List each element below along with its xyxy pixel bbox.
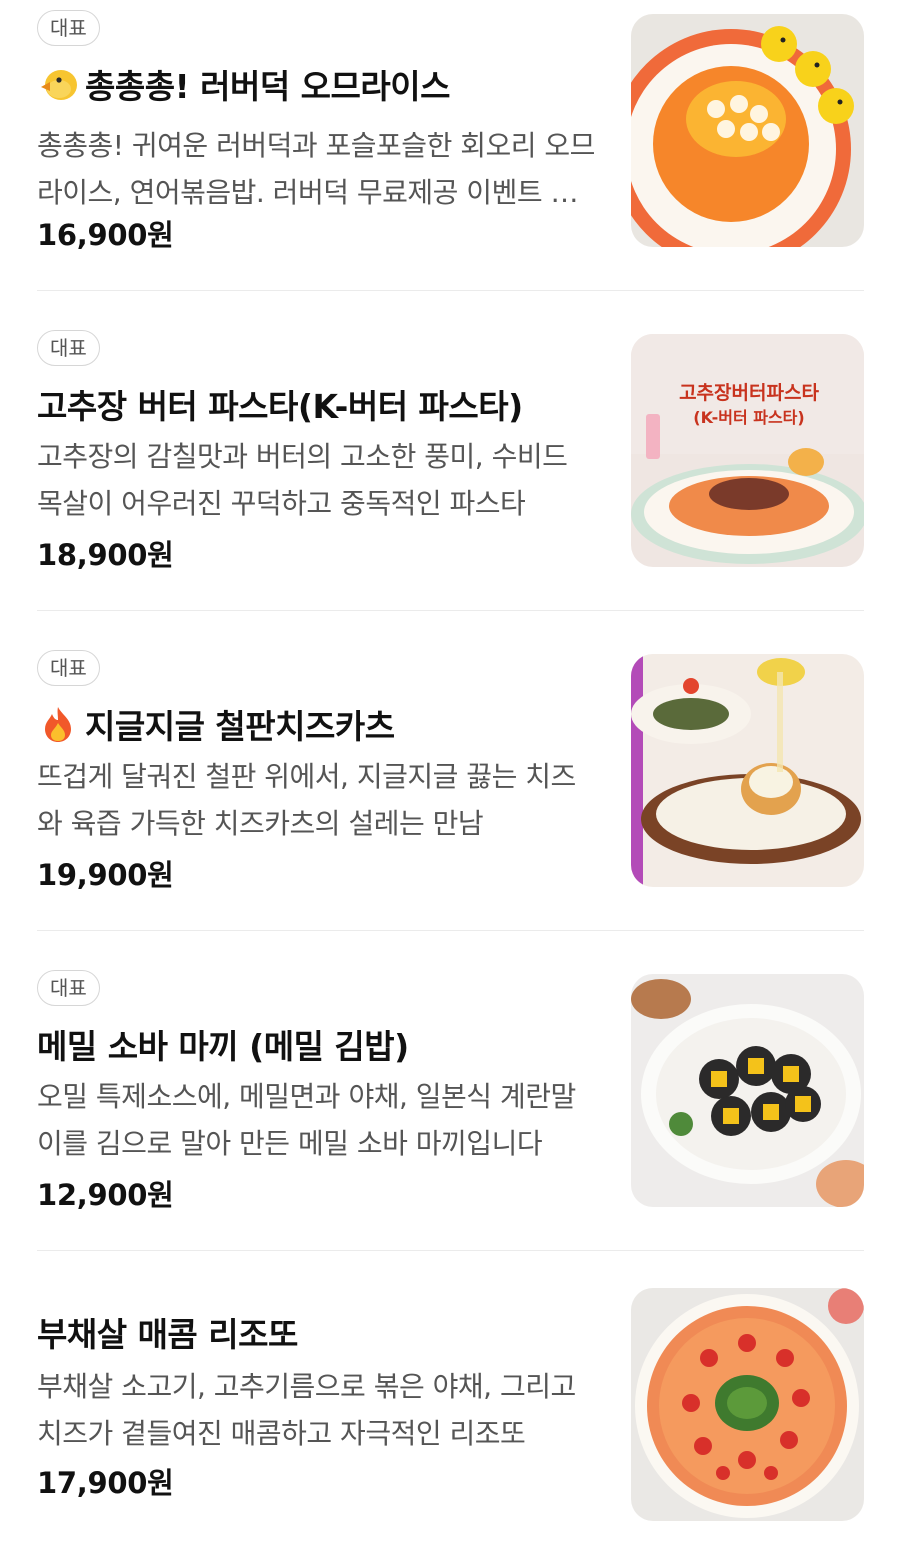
divider <box>37 610 864 611</box>
menu-item-title: 총총총! 러버덕 오므라이스 <box>37 60 451 108</box>
menu-item-price: 19,900원 <box>37 858 174 892</box>
menu-item-title: 고추장 버터 파스타(K-버터 파스타) <box>37 387 523 426</box>
divider <box>37 290 864 291</box>
menu-item-price: 12,900원 <box>37 1178 174 1212</box>
menu-item-description: 부채살 소고기, 고추기름으로 볶은 야채, 그리고 치즈가 곁들여진 매콤하고… <box>37 1370 576 1450</box>
menu-item-description: 고추장의 감칠맛과 버터의 고소한 풍미, 수비드 목살이 어우러진 꾸덕하고 … <box>37 440 568 520</box>
menu-item-description: 뜨겁게 달궈진 철판 위에서, 지글지글 끓는 치즈와 육즙 가득한 치즈카츠의… <box>37 760 576 840</box>
menu-item-cheese-katsu[interactable]: 대표 지글지글 철판치즈카츠 뜨겁게 달궈진 철판 위에서, 지글지글 끓는 치… <box>37 650 864 892</box>
spicy-beef-risotto-photo <box>631 1288 864 1521</box>
menu-item-spicy-risotto[interactable]: 부채살 매콤 리조또 부채살 소고기, 고추기름으로 볶은 야채, 그리고 치즈… <box>37 1288 864 1522</box>
menu-item-description: 총총총! 귀여운 러버덕과 포슬포슬한 회오리 오므라이스, 연어볶음밥. 러버… <box>37 129 595 209</box>
menu-item-rubber-duck-omurice[interactable]: 대표 총총총! 러버덕 오므라이스 총총총! 귀여운 러버덕과 포슬포슬한 회오… <box>37 10 864 252</box>
menu-item-price: 18,900원 <box>37 538 174 572</box>
divider <box>37 1250 864 1251</box>
menu-item-title: 메밀 소바 마끼 (메밀 김밥) <box>37 1027 409 1066</box>
menu-item-price: 17,900원 <box>37 1466 174 1500</box>
menu-item-gochujang-butter-pasta[interactable]: 대표 고추장 버터 파스타(K-버터 파스타) 고추장의 감칠맛과 버터의 고소… <box>37 330 864 572</box>
signature-badge: 대표 <box>37 650 100 686</box>
soba-maki-photo <box>631 974 864 1207</box>
rubber-duck-omurice-photo <box>631 14 864 247</box>
menu-item-price: 16,900원 <box>37 218 174 252</box>
signature-badge: 대표 <box>37 330 100 366</box>
image-caption-line-2: (K-버터 파스타) <box>693 408 804 427</box>
sizzling-cheese-katsu-photo <box>631 654 864 887</box>
divider <box>37 930 864 931</box>
menu-item-title: 부채살 매콤 리조또 <box>37 1315 298 1354</box>
fire-icon <box>37 705 79 743</box>
signature-badge: 대표 <box>37 970 100 1006</box>
menu-item-description: 오밀 특제소스에, 메밀면과 야채, 일본식 계란말이를 김으로 말아 만든 메… <box>37 1080 576 1160</box>
menu-list: 대표 총총총! 러버덕 오므라이스 총총총! 귀여운 러버덕과 포슬포슬한 회오… <box>0 0 900 1542</box>
signature-badge: 대표 <box>37 10 100 46</box>
menu-item-soba-maki[interactable]: 대표 메밀 소바 마끼 (메밀 김밥) 오밀 특제소스에, 메밀면과 야채, 일… <box>37 970 864 1212</box>
menu-item-title: 지글지글 철판치즈카츠 <box>37 700 395 748</box>
chick-icon <box>37 65 79 103</box>
image-caption-line-1: 고추장버터파스타 <box>679 382 819 404</box>
gochujang-butter-pasta-photo: 고추장버터파스타 (K-버터 파스타) <box>631 334 864 567</box>
